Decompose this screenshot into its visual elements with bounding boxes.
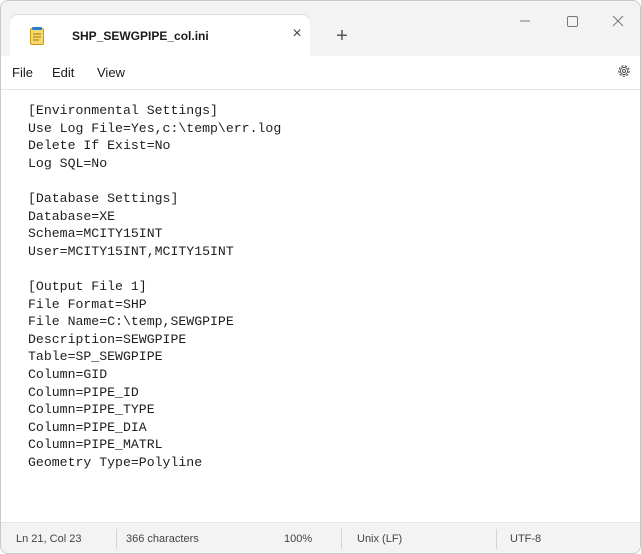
menu-bar: File Edit View: [1, 56, 640, 89]
editor-content[interactable]: [Environmental Settings] Use Log File=Ye…: [28, 102, 281, 471]
close-tab-icon[interactable]: ×: [287, 24, 307, 44]
menu-view[interactable]: View: [97, 65, 125, 80]
notepad-file-icon: [30, 27, 44, 45]
gear-icon[interactable]: [615, 62, 633, 80]
status-character-count: 366 characters: [126, 533, 199, 545]
close-window-button[interactable]: [595, 1, 640, 41]
status-line-ending[interactable]: Unix (LF): [357, 533, 402, 545]
menu-file[interactable]: File: [12, 65, 33, 80]
status-cursor-position: Ln 21, Col 23: [16, 533, 82, 545]
status-bar: Ln 21, Col 23 366 characters 100% Unix (…: [1, 522, 640, 553]
close-icon: [612, 15, 624, 27]
title-bar: SHP_SEWGPIPE_col.ini × +: [1, 1, 640, 56]
status-separator: [496, 529, 497, 549]
maximize-button[interactable]: [549, 1, 595, 41]
maximize-icon: [567, 16, 578, 27]
text-editor[interactable]: [Environmental Settings] Use Log File=Ye…: [1, 90, 640, 522]
status-zoom[interactable]: 100%: [284, 533, 312, 545]
tab-title: SHP_SEWGPIPE_col.ini: [72, 29, 209, 43]
status-encoding[interactable]: UTF-8: [510, 533, 541, 545]
menu-edit[interactable]: Edit: [52, 65, 74, 80]
minimize-button[interactable]: [502, 1, 548, 41]
notepad-window: SHP_SEWGPIPE_col.ini × + File Edit View: [0, 0, 641, 554]
status-separator: [116, 529, 117, 549]
new-tab-button[interactable]: +: [331, 25, 353, 47]
minimize-icon: [520, 20, 530, 22]
status-separator: [341, 529, 342, 549]
file-tab[interactable]: SHP_SEWGPIPE_col.ini ×: [10, 15, 310, 56]
